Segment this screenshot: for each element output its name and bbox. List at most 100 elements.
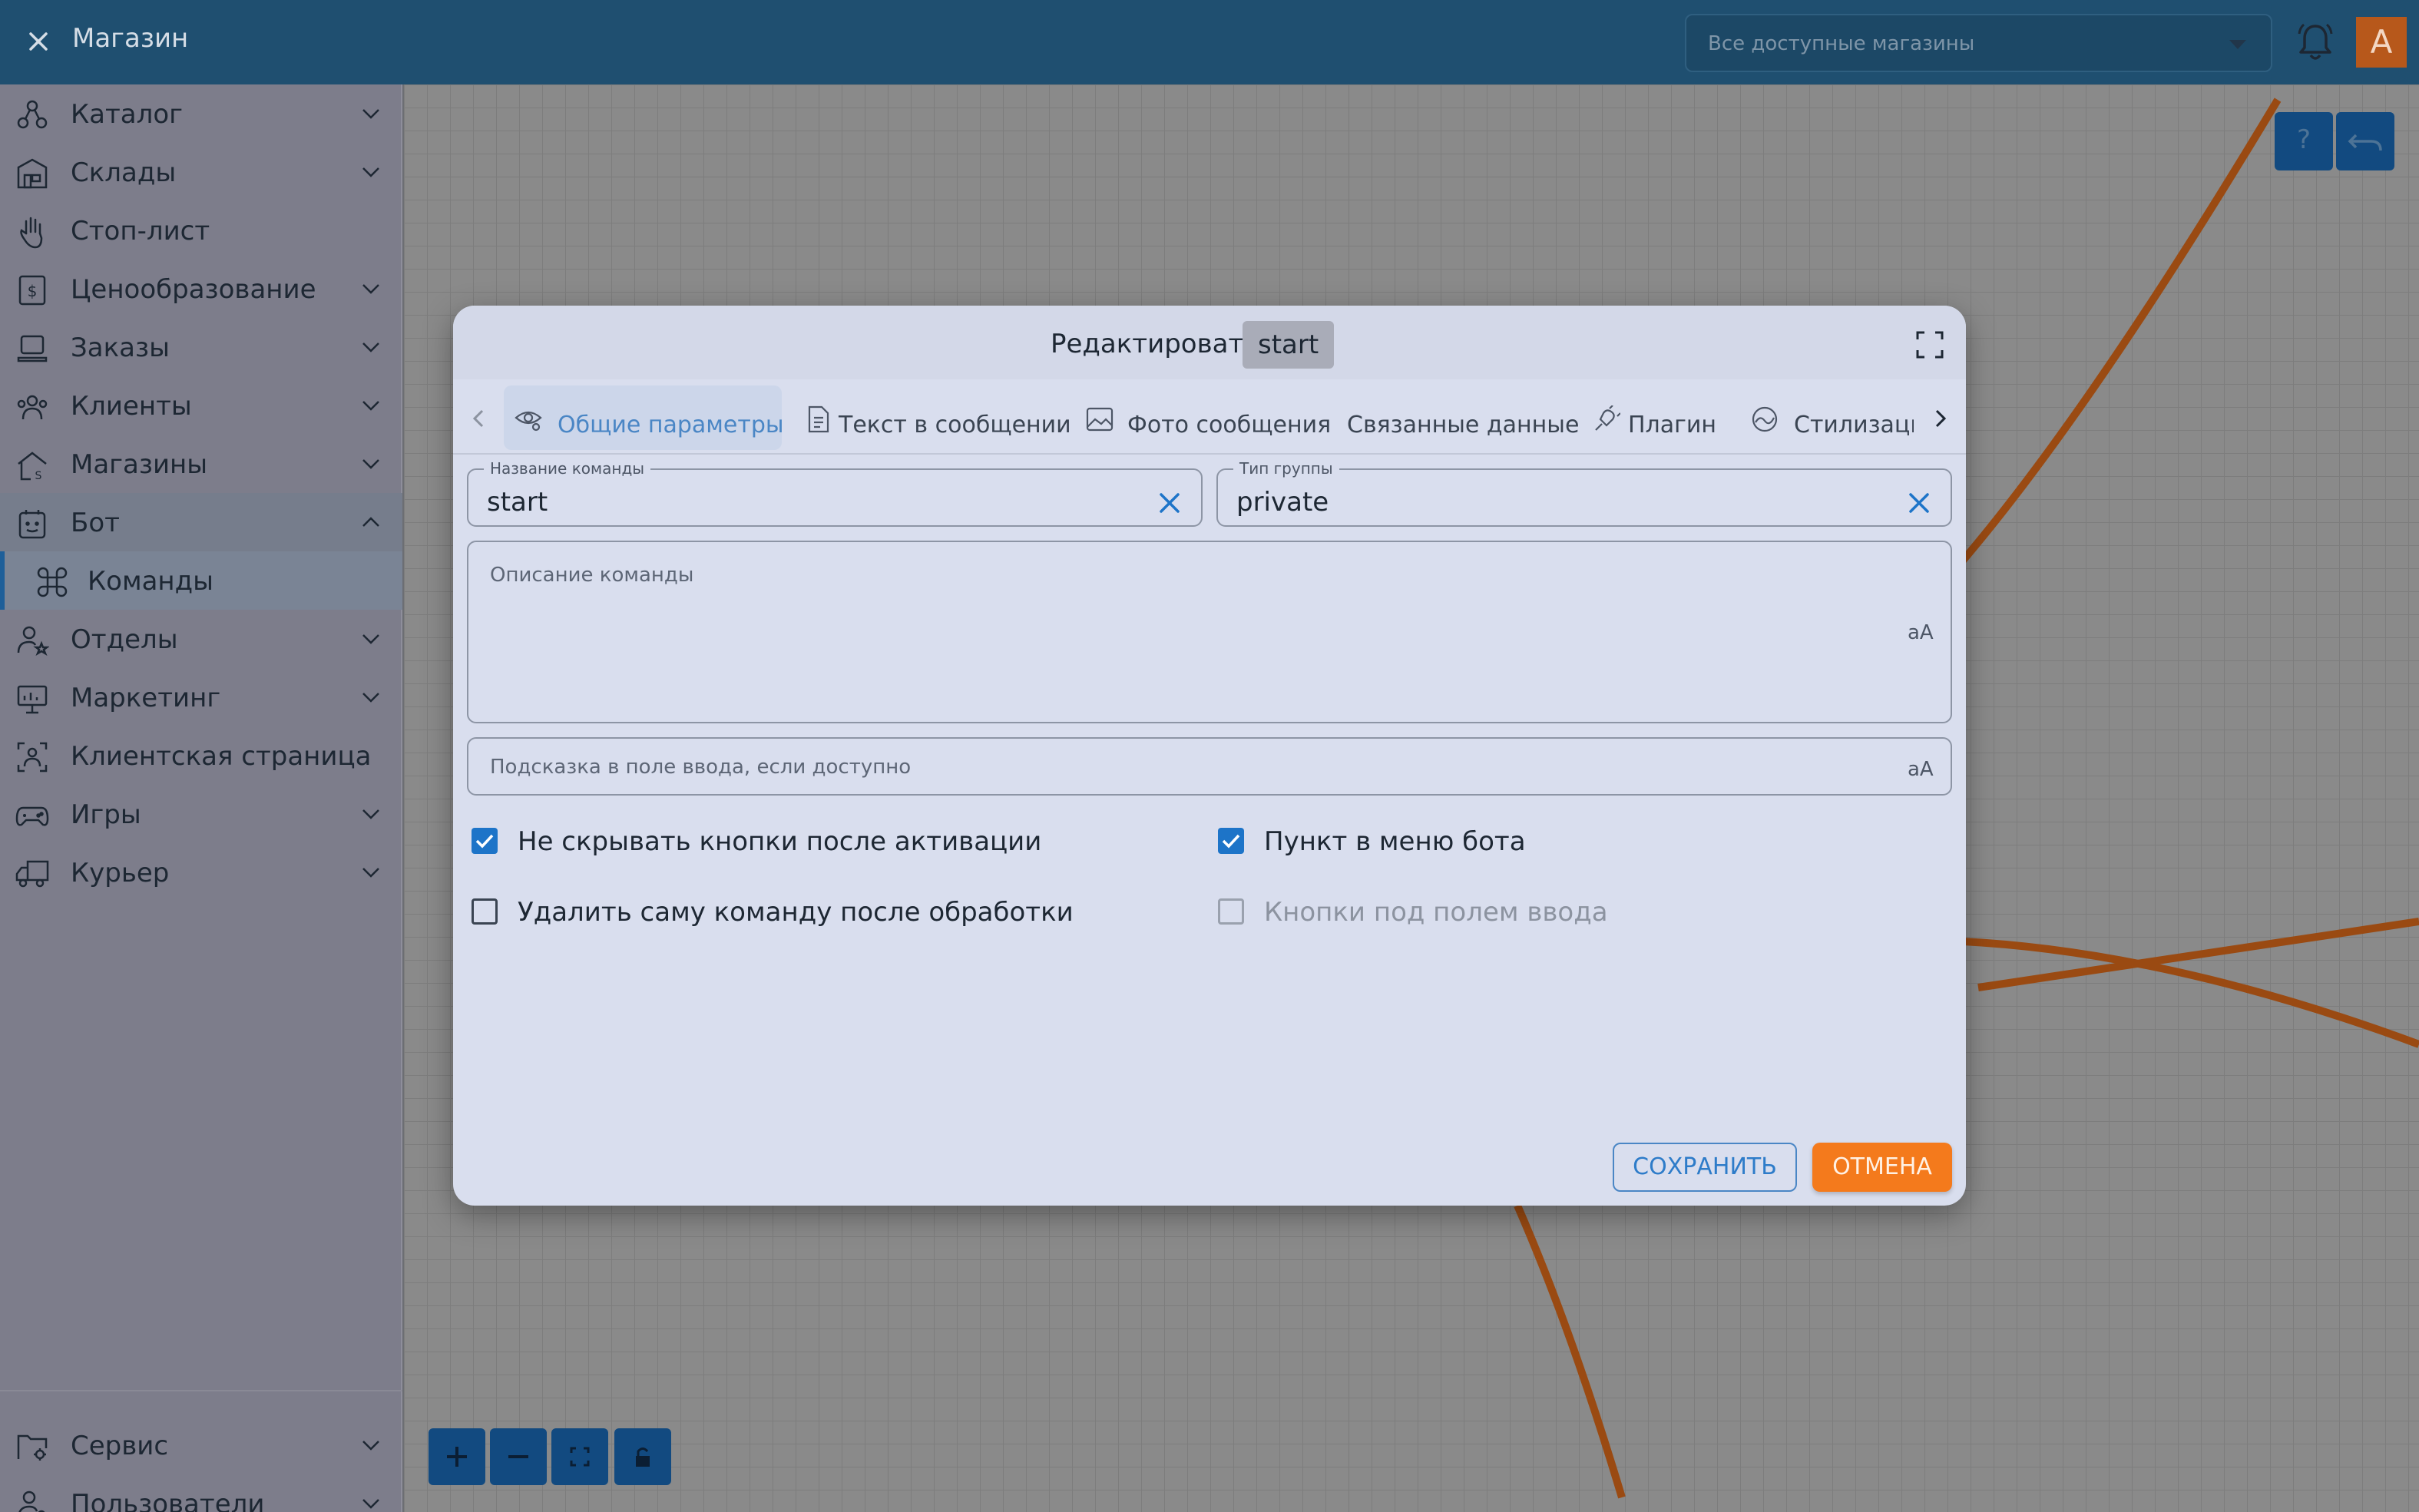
zoom-in-button[interactable]: [429, 1428, 485, 1485]
chevron-down-icon: [362, 109, 379, 119]
command-name-label: Название команды: [484, 459, 651, 478]
sidebar-item-users[interactable]: Пользователи: [0, 1474, 402, 1512]
marketing-icon: [17, 685, 48, 714]
sidebar-item-games[interactable]: Игры: [0, 785, 402, 843]
departments-icon: [17, 626, 49, 656]
text-format-icon[interactable]: aA: [1906, 619, 1937, 642]
undo-button[interactable]: [2336, 112, 2394, 170]
keep-buttons-checkbox[interactable]: Не скрывать кнопки после активации: [472, 822, 1163, 860]
chevron-down-icon: [362, 167, 379, 177]
sidebar-item-label: Сервис: [71, 1431, 169, 1461]
sidebar-item-label: Стоп-лист: [71, 216, 210, 246]
sidebar-item-departments[interactable]: Отделы: [0, 610, 402, 668]
save-button[interactable]: СОХРАНИТЬ: [1613, 1143, 1797, 1192]
sidebar-item-label: Склады: [71, 157, 177, 188]
sidebar-item-orders[interactable]: Заказы: [0, 318, 402, 376]
tab-styling[interactable]: Стилизаци: [1751, 385, 1928, 450]
sidebar-item-catalog[interactable]: Каталог: [0, 84, 402, 143]
command-name-field[interactable]: Название команды start: [467, 459, 1203, 527]
sidebar-item-stop-list[interactable]: Стоп-лист: [0, 201, 402, 260]
checkbox-disabled-icon: [1218, 898, 1244, 925]
clear-icon[interactable]: [1158, 491, 1181, 514]
group-type-field[interactable]: Тип группы private: [1216, 459, 1952, 527]
gamepad-icon: [15, 806, 49, 826]
dialog-title: Редактировать: [1051, 329, 1259, 359]
bot-icon: [18, 510, 46, 539]
tab-message-text[interactable]: Текст в сообщении: [805, 385, 1071, 450]
fit-view-icon: [570, 1447, 590, 1467]
sidebar-item-label: Команды: [88, 566, 214, 597]
sidebar-item-clients[interactable]: Клиенты: [0, 376, 402, 435]
clear-icon[interactable]: [1908, 491, 1931, 514]
svg-text:aA: aA: [1908, 758, 1934, 779]
fit-view-button[interactable]: [551, 1428, 608, 1485]
chevron-down-icon: [362, 401, 379, 411]
text-format-icon[interactable]: aA: [1906, 756, 1937, 779]
stores-icon: S: [18, 452, 47, 482]
chevron-left-icon[interactable]: [470, 409, 487, 428]
fullscreen-icon[interactable]: [1915, 330, 1944, 359]
store-select[interactable]: Все доступные магазины: [1685, 14, 2272, 72]
lock-button[interactable]: [614, 1428, 671, 1485]
chevron-down-icon: [362, 693, 379, 703]
sidebar-item-stores[interactable]: S Магазины: [0, 435, 402, 493]
sidebar-item-client-page[interactable]: Клиентская страница: [0, 726, 402, 785]
sidebar-item-courier[interactable]: Курьер: [0, 843, 402, 902]
sidebar-item-commands[interactable]: Команды: [0, 551, 402, 610]
input-hint-field[interactable]: Подсказка в поле ввода, если доступно aA: [467, 737, 1952, 796]
close-icon[interactable]: [23, 26, 54, 57]
dialog-header: Редактировать start: [453, 306, 1966, 379]
command-icon: [37, 567, 68, 597]
svg-text:S: S: [35, 470, 42, 482]
chevron-down-icon: [362, 1499, 379, 1509]
dialog-tabs: Общие параметры Текст в сообщении Фото с…: [453, 379, 1966, 455]
warehouse-icon: [17, 158, 48, 189]
avatar[interactable]: A: [2356, 17, 2407, 68]
image-icon: [1086, 407, 1114, 432]
sidebar-item-label: Игры: [71, 799, 141, 830]
group-type-label: Тип группы: [1233, 459, 1339, 478]
plus-icon: [447, 1447, 467, 1467]
sidebar-item-pricing[interactable]: $ Ценообразование: [0, 260, 402, 318]
sidebar-item-warehouses[interactable]: Склады: [0, 143, 402, 201]
sidebar-item-label: Магазины: [71, 449, 208, 480]
command-name-value: start: [487, 487, 548, 518]
chevron-right-icon[interactable]: [1932, 409, 1949, 428]
tab-label: Общие параметры: [558, 412, 784, 438]
sidebar-item-service[interactable]: Сервис: [0, 1416, 402, 1474]
zoom-out-button[interactable]: [490, 1428, 547, 1485]
sidebar-item-label: Бот: [71, 508, 120, 538]
top-bar: Магазин Все доступные магазины A: [0, 0, 2419, 84]
checkbox-label: Пункт в меню бота: [1264, 826, 1526, 857]
courier-icon: [15, 860, 49, 888]
svg-text:$: $: [28, 282, 38, 300]
catalog-icon: [17, 100, 48, 129]
chevron-down-icon: [362, 1441, 379, 1451]
document-icon: [808, 405, 829, 433]
chevron-down-icon: [362, 342, 379, 352]
undo-icon: [2348, 134, 2382, 151]
command-description-field[interactable]: Описание команды aA: [467, 541, 1952, 723]
cancel-button[interactable]: ОТМЕНА: [1812, 1143, 1952, 1192]
sidebar-divider: [0, 1390, 402, 1391]
orders-icon: [17, 335, 48, 362]
tab-related-data[interactable]: Связанные данные: [1347, 385, 1579, 450]
sidebar: Каталог Склады Стоп-лист $ Ценообразован…: [0, 84, 402, 1512]
delete-command-checkbox[interactable]: Удалить саму команду после обработки: [472, 892, 1163, 931]
bot-menu-item-checkbox[interactable]: Пункт в меню бота: [1218, 822, 1756, 860]
tab-message-photo[interactable]: Фото сообщения: [1086, 385, 1331, 450]
command-description-placeholder: Описание команды: [490, 564, 694, 587]
keyboard-buttons-checkbox: Кнопки под полем ввода: [1218, 892, 1756, 931]
tab-label: Связанные данные: [1347, 412, 1580, 438]
svg-text:aA: aA: [1908, 621, 1934, 642]
group-type-value: private: [1236, 487, 1329, 518]
tab-general[interactable]: Общие параметры: [504, 385, 784, 450]
style-icon: [1752, 406, 1778, 432]
sidebar-item-label: Клиентская страница: [71, 741, 372, 772]
sidebar-item-marketing[interactable]: Маркетинг: [0, 668, 402, 726]
tab-plugin[interactable]: Плагин: [1593, 385, 1731, 450]
sidebar-item-bot[interactable]: Бот: [0, 493, 402, 551]
help-button[interactable]: ?: [2275, 112, 2333, 170]
checkbox-label: Удалить саму команду после обработки: [518, 897, 1074, 928]
bell-icon[interactable]: [2296, 22, 2335, 63]
